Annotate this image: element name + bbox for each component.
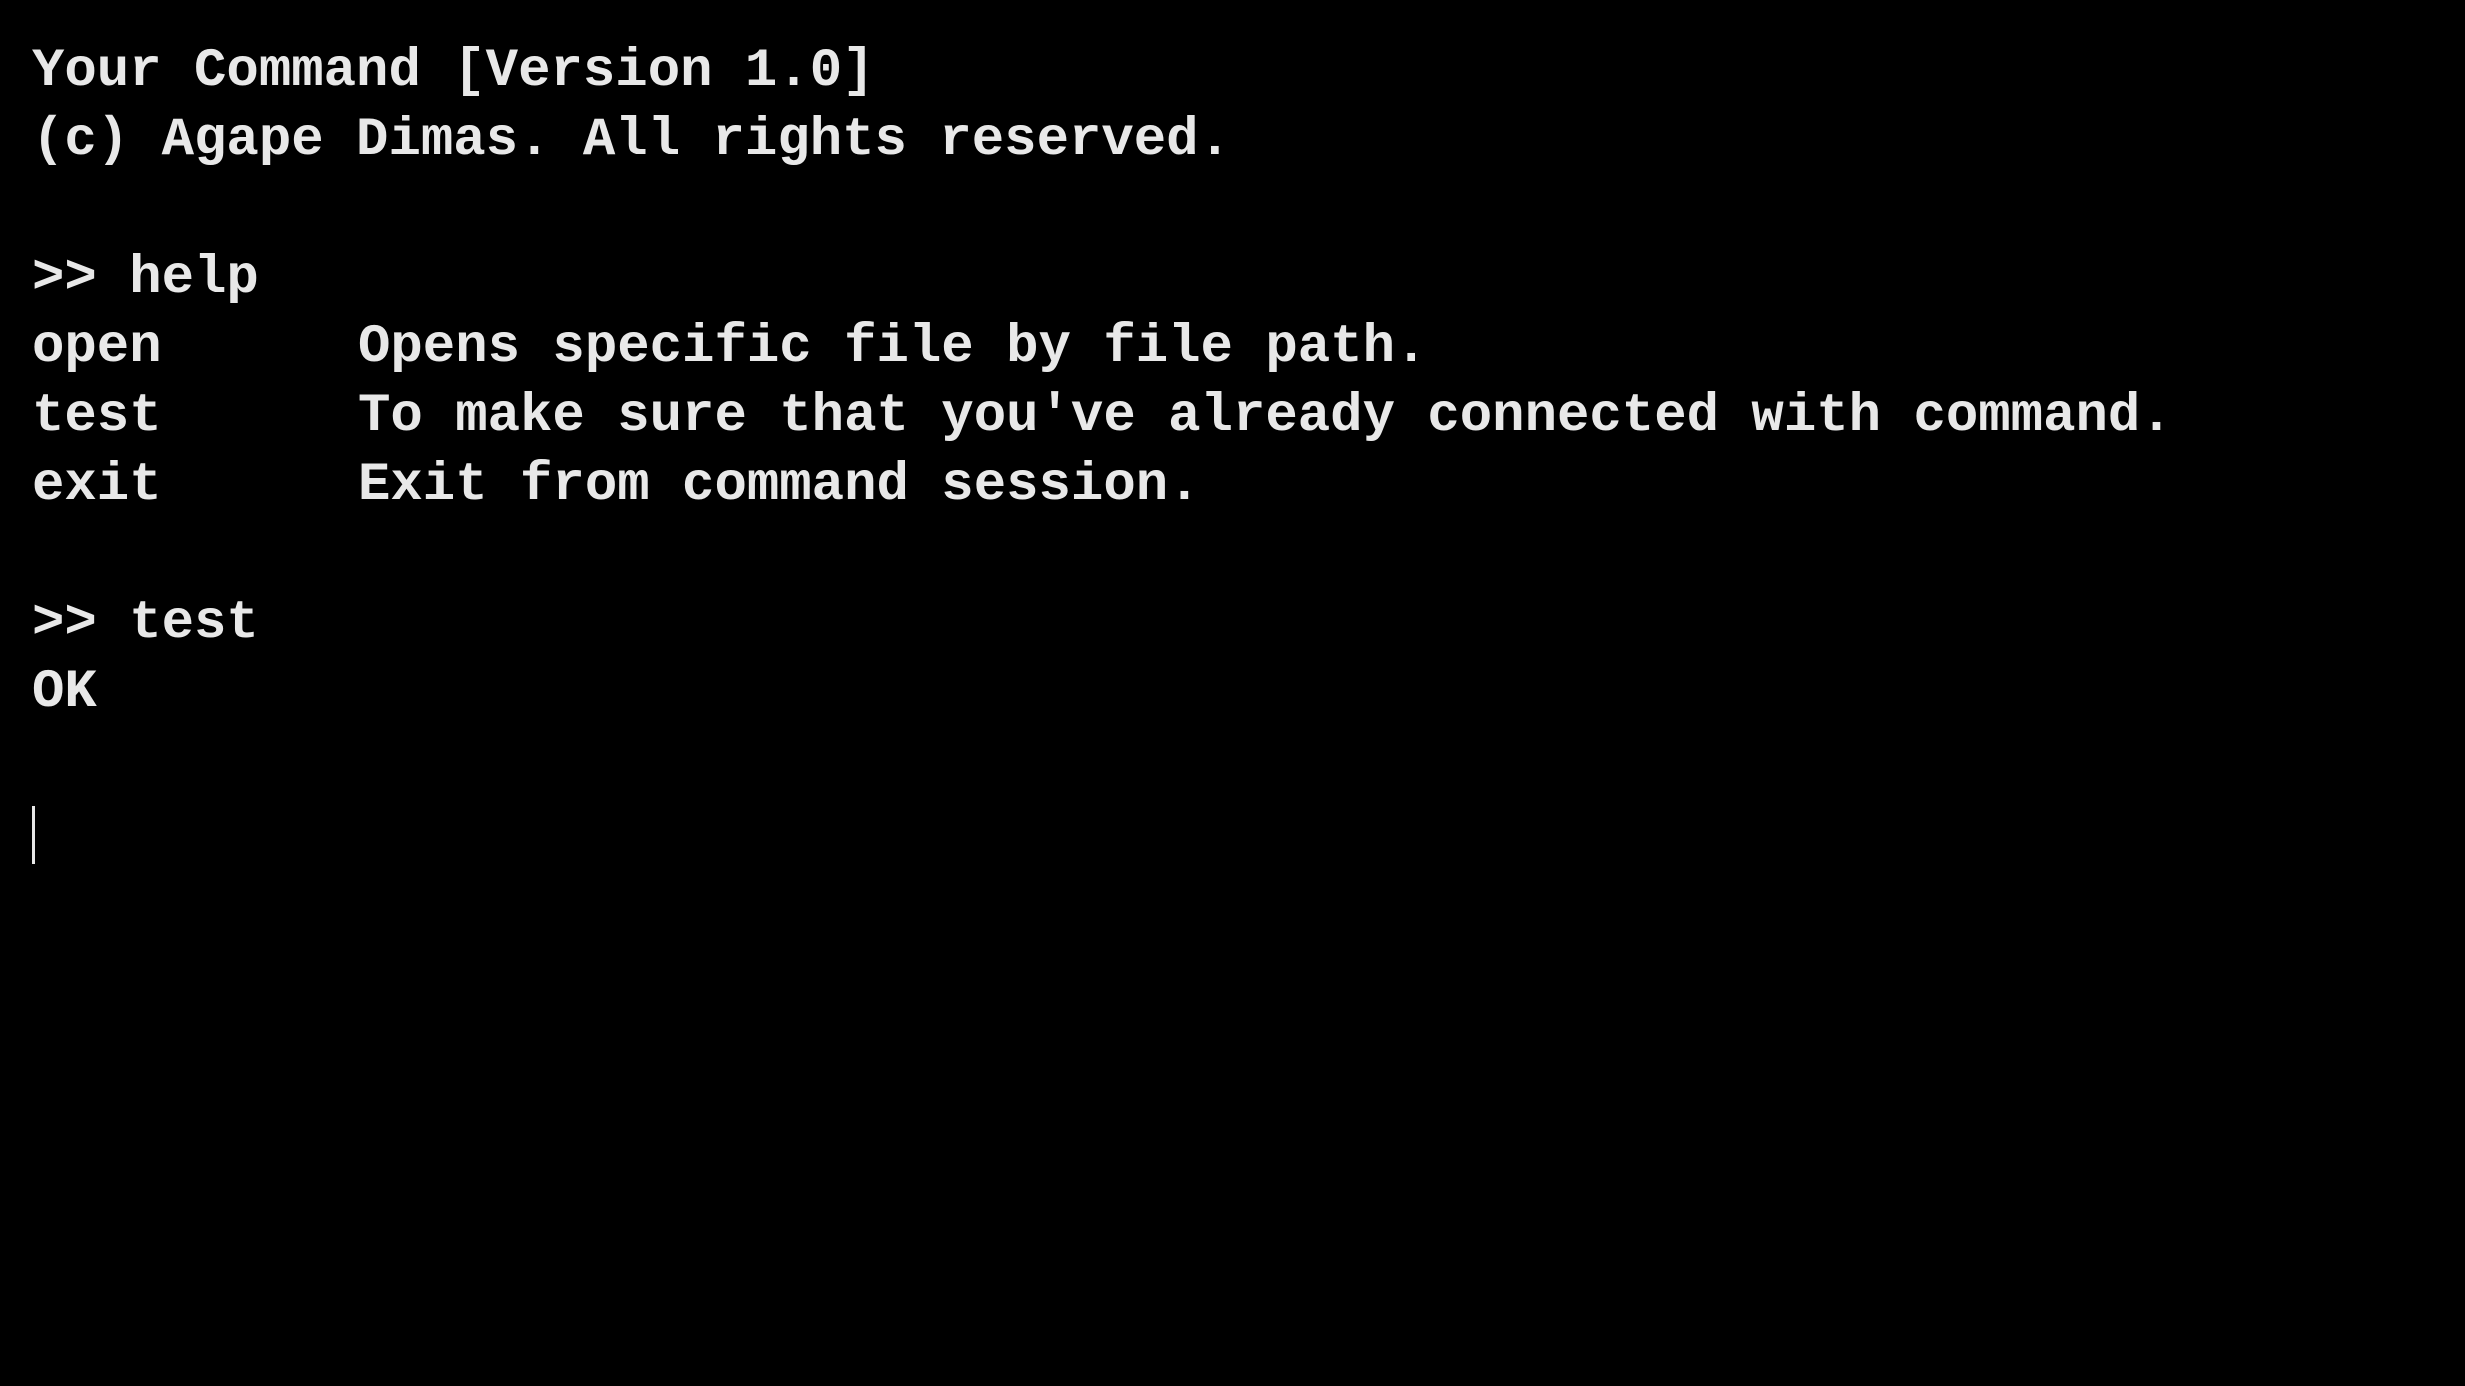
prompt-test: >> test xyxy=(32,593,259,654)
help-command-name: exit xyxy=(32,455,162,516)
help-entry-exit: exit Exit from command session. xyxy=(32,451,2465,520)
version-line: Your Command [Version 1.0] xyxy=(32,41,875,102)
test-output: OK xyxy=(32,662,97,723)
help-entry-open: open Opens specific file by file path. xyxy=(32,313,2465,382)
help-command-description: Opens specific file by file path. xyxy=(358,317,1428,378)
help-command-description: To make sure that you've already connect… xyxy=(358,386,2173,447)
copyright-line: (c) Agape Dimas. All rights reserved. xyxy=(32,110,1231,171)
help-command-name: test xyxy=(32,386,162,447)
command-input[interactable] xyxy=(32,796,2465,865)
help-entry-test: test To make sure that you've already co… xyxy=(32,382,2465,451)
help-command-description: Exit from command session. xyxy=(358,455,1201,516)
text-cursor xyxy=(32,806,35,864)
prompt-help: >> help xyxy=(32,248,259,309)
terminal-window[interactable]: Your Command [Version 1.0] (c) Agape Dim… xyxy=(0,0,2465,1386)
help-command-name: open xyxy=(32,317,162,378)
